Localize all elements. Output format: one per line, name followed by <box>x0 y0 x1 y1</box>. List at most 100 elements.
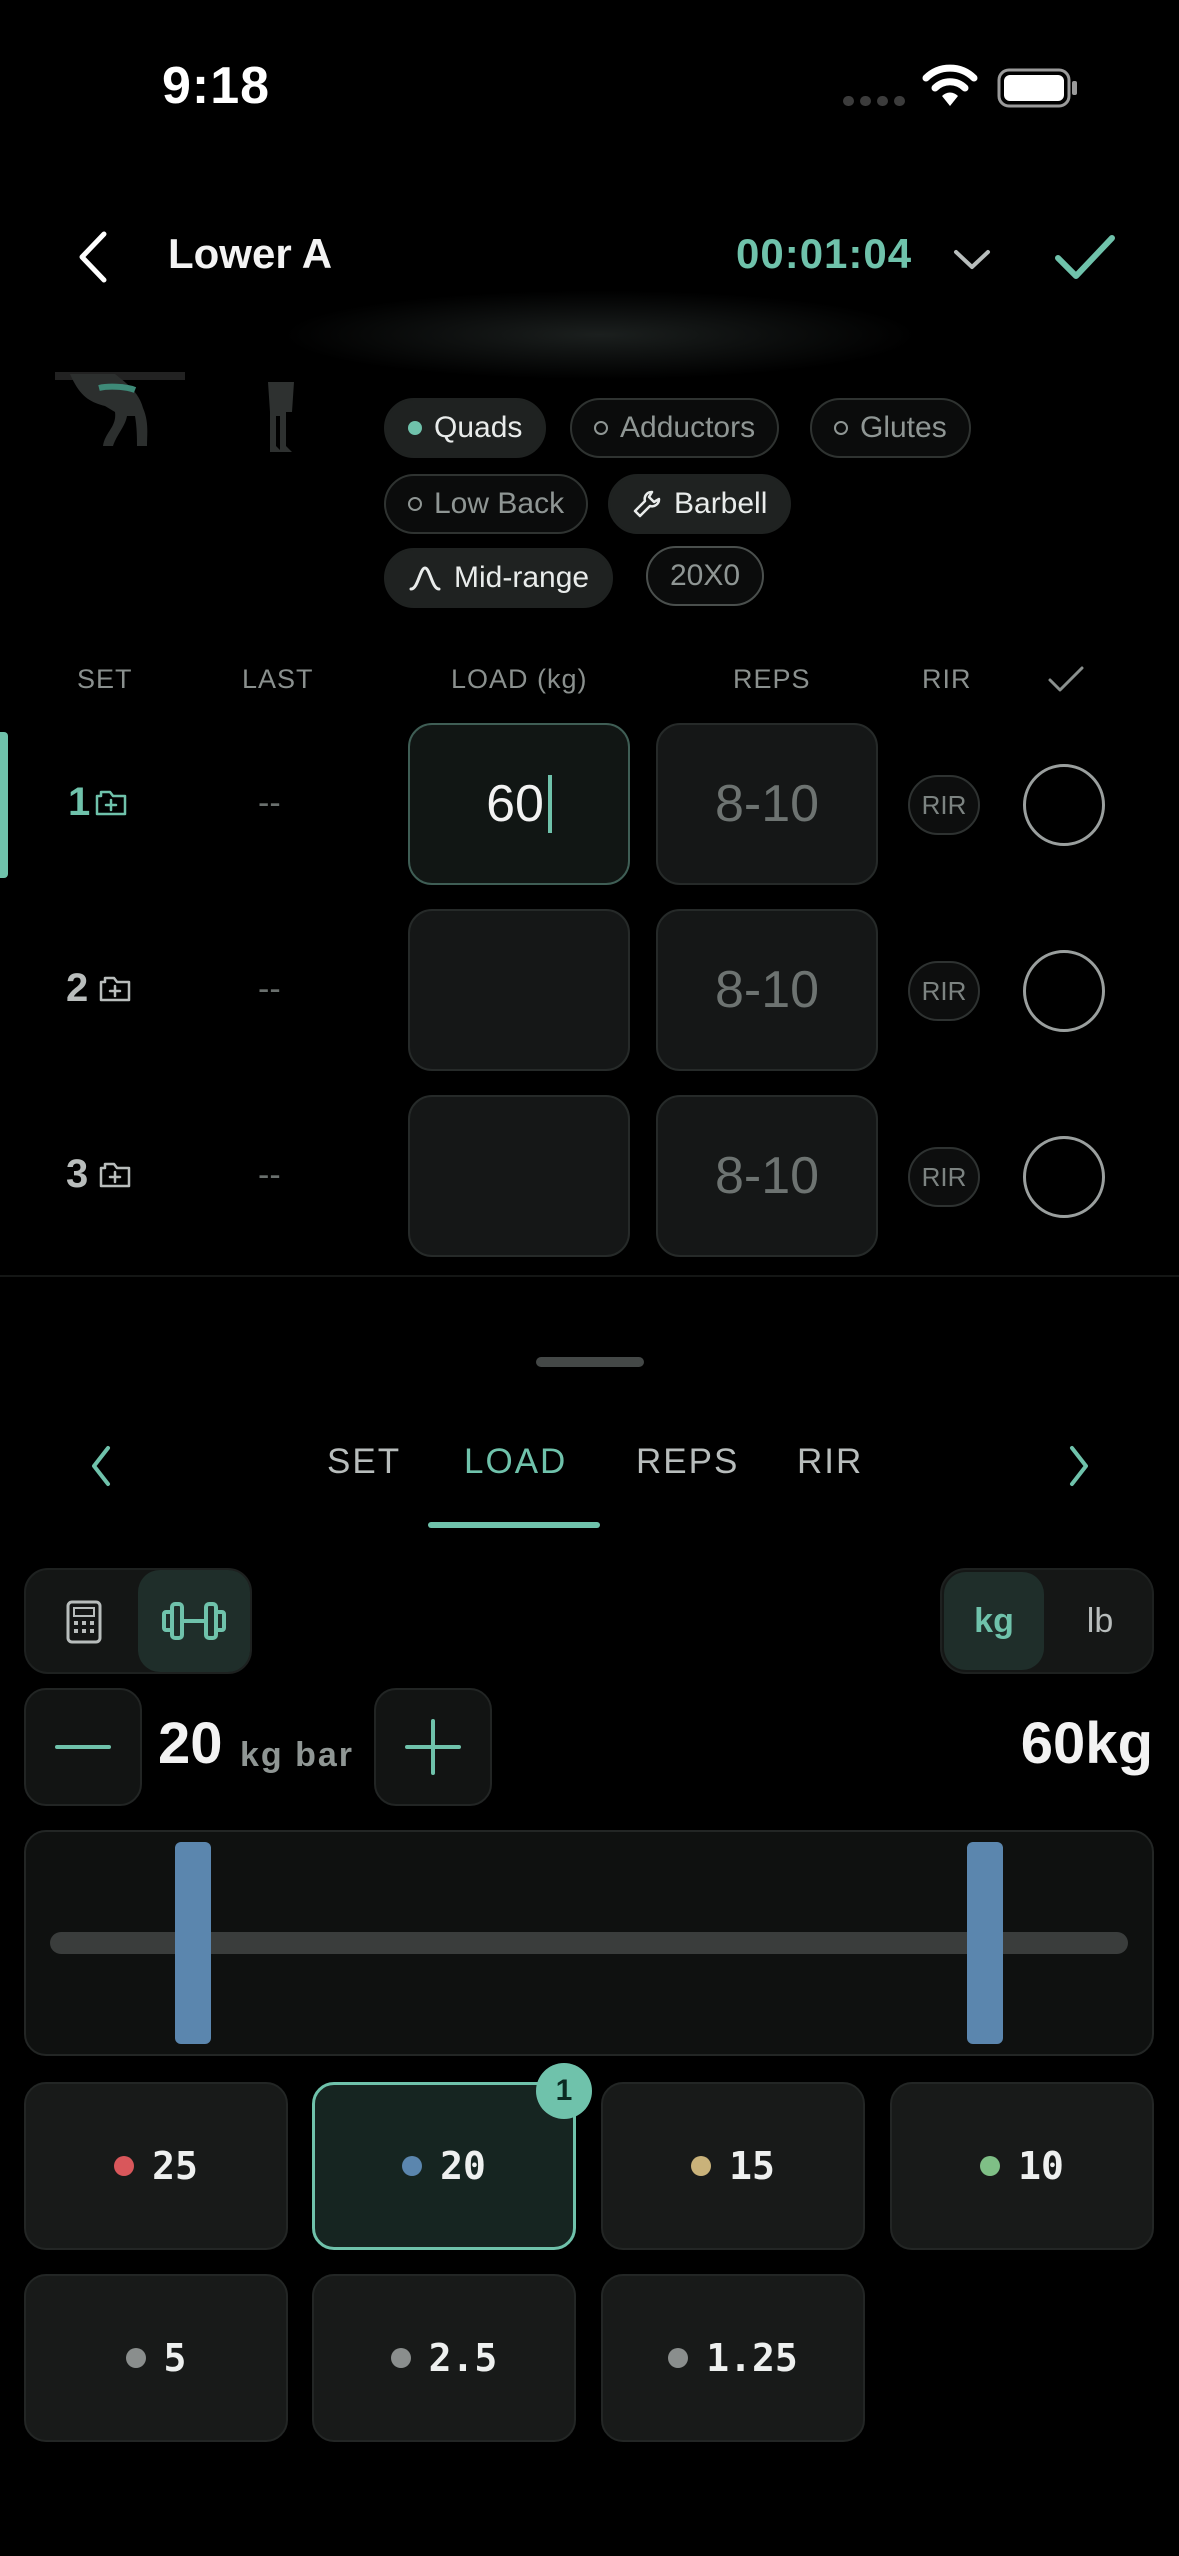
total-load: 60kg <box>1020 1711 1153 1776</box>
column-header-reps: REPS <box>733 664 811 694</box>
tab-rir[interactable]: RIR <box>797 1442 863 1482</box>
last-value: -- <box>258 1156 281 1194</box>
rir-label: RIR <box>921 975 967 1006</box>
plate-button-10[interactable]: 10 <box>890 2082 1154 2250</box>
muscle-chip-glutes[interactable]: Glutes <box>810 398 971 458</box>
rir-label: RIR <box>921 1161 967 1192</box>
last-value: -- <box>258 970 281 1008</box>
complete-set-checkbox[interactable] <box>1023 764 1105 846</box>
reps-input[interactable]: 8-10 <box>656 909 878 1071</box>
wrench-icon <box>633 490 661 518</box>
unit-kg-option[interactable]: kg <box>944 1572 1044 1670</box>
muscle-chip-quads[interactable]: Quads <box>384 398 547 458</box>
muscle-chip-low-back[interactable]: Low Back <box>384 474 589 534</box>
battery-icon <box>997 68 1077 108</box>
add-set-icon[interactable] <box>95 790 127 816</box>
muscle-chip-adductors[interactable]: Adductors <box>570 398 780 458</box>
chip-label: 20X0 <box>670 559 741 592</box>
last-value: -- <box>258 784 281 822</box>
chip-label: Low Back <box>434 487 565 520</box>
add-set-icon[interactable] <box>99 1162 131 1188</box>
plate-value: 1.25 <box>706 2336 798 2380</box>
previous-field-chevron-icon[interactable] <box>86 1442 116 1490</box>
plate-button-20[interactable]: 20 <box>312 2082 576 2250</box>
chip-label: Mid-range <box>454 561 590 594</box>
exercise-thumbnail-squat <box>55 372 185 446</box>
plate-value: 2.5 <box>428 2336 498 2380</box>
calculator-icon[interactable] <box>42 1578 124 1664</box>
cellular-signal-icon <box>843 96 905 106</box>
tab-set[interactable]: SET <box>327 1442 401 1482</box>
reps-placeholder: 8-10 <box>714 1147 820 1205</box>
reps-input[interactable]: 8-10 <box>656 1095 878 1257</box>
load-input[interactable] <box>408 1095 630 1257</box>
minus-icon <box>55 1745 111 1749</box>
plate-color-dot <box>114 2156 135 2176</box>
active-set-indicator <box>0 732 8 878</box>
add-set-icon[interactable] <box>99 976 131 1002</box>
reps-placeholder: 8-10 <box>714 961 820 1019</box>
finish-workout-check-icon[interactable] <box>1052 230 1118 284</box>
plate-button-2-5[interactable]: 2.5 <box>312 2274 576 2442</box>
arc-icon <box>409 566 441 591</box>
chip-label: Barbell <box>674 487 768 520</box>
sheet-grabber[interactable] <box>536 1357 644 1367</box>
ring-dot-icon <box>594 421 608 435</box>
column-header-check-icon <box>1048 666 1084 692</box>
unit-lb-option[interactable]: lb <box>1050 1572 1150 1670</box>
tempo-chip[interactable]: 20X0 <box>646 546 765 606</box>
dot-icon <box>408 421 422 435</box>
plate-button-5[interactable]: 5 <box>24 2274 288 2442</box>
set-number: 1 <box>68 780 91 824</box>
bar-weight-value: 20 <box>158 1711 223 1776</box>
bar-weight-unit: kg bar <box>240 1736 355 1774</box>
workout-timer[interactable]: 00:01:04 <box>736 230 912 278</box>
plate-value: 5 <box>163 2336 187 2380</box>
plate-value: 25 <box>152 2144 198 2188</box>
plate-color-dot <box>125 2348 146 2368</box>
chip-label: Glutes <box>860 411 947 444</box>
decrease-bar-weight-button[interactable] <box>24 1688 142 1806</box>
plate-button-1-25[interactable]: 1.25 <box>601 2274 865 2442</box>
equipment-chip-barbell[interactable]: Barbell <box>608 474 792 534</box>
range-chip-mid-range[interactable]: Mid-range <box>384 548 614 608</box>
tab-load[interactable]: LOAD <box>464 1442 567 1482</box>
divider <box>0 1275 1179 1277</box>
complete-set-checkbox[interactable] <box>1023 1136 1105 1218</box>
plate-calculator-button[interactable] <box>138 1570 250 1672</box>
plate-count-badge: 1 <box>536 2063 592 2119</box>
loaded-plate-left[interactable] <box>175 1842 211 2044</box>
ring-dot-icon <box>834 421 848 435</box>
column-header-rir: RIR <box>922 664 972 694</box>
load-input[interactable] <box>408 909 630 1071</box>
chevron-down-icon[interactable] <box>950 242 994 276</box>
active-tab-underline <box>428 1522 600 1528</box>
plate-color-dot <box>691 2156 712 2176</box>
tab-reps[interactable]: REPS <box>636 1442 739 1482</box>
reps-input[interactable]: 8-10 <box>656 723 878 885</box>
back-chevron-icon[interactable] <box>70 222 120 292</box>
set-number: 3 <box>66 1152 89 1196</box>
plate-button-25[interactable]: 25 <box>24 2082 288 2250</box>
barbell-plates-icon <box>162 1602 226 1640</box>
loaded-plate-right[interactable] <box>967 1842 1003 2044</box>
next-field-chevron-icon[interactable] <box>1064 1442 1094 1490</box>
plus-icon <box>405 1719 461 1775</box>
complete-set-checkbox[interactable] <box>1023 950 1105 1032</box>
column-header-set: SET <box>77 664 133 694</box>
plate-button-15[interactable]: 15 <box>601 2082 865 2250</box>
reps-placeholder: 8-10 <box>714 775 820 833</box>
load-value: 60 <box>486 775 544 833</box>
plate-color-dot <box>980 2156 1001 2176</box>
plate-value: 10 <box>1018 2144 1064 2188</box>
increase-bar-weight-button[interactable] <box>374 1688 492 1806</box>
load-input[interactable]: 60 <box>408 723 630 885</box>
workout-title: Lower A <box>168 230 333 277</box>
rir-button[interactable]: RIR <box>908 775 980 835</box>
column-header-last: LAST <box>242 664 314 694</box>
wifi-icon <box>922 64 978 106</box>
rir-button[interactable]: RIR <box>908 961 980 1021</box>
plate-color-dot <box>390 2348 411 2368</box>
rir-button[interactable]: RIR <box>908 1147 980 1207</box>
column-header-load: LOAD (kg) <box>451 664 588 694</box>
